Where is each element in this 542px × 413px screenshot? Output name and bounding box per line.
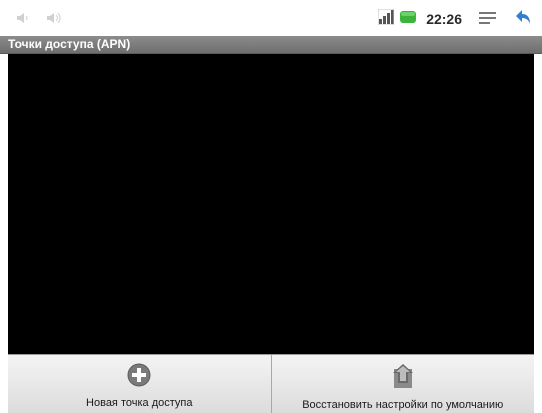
title-bar: Точки доступа (APN) — [0, 36, 542, 54]
menu-icon[interactable] — [478, 10, 498, 29]
status-bar: 22:26 — [0, 0, 542, 36]
new-apn-label: Новая точка доступа — [86, 397, 193, 409]
options-menu: Новая точка доступа Восстановить настрой… — [8, 354, 534, 413]
restore-defaults-label: Восстановить настройки по умолчанию — [302, 399, 504, 411]
back-icon[interactable] — [514, 8, 534, 30]
signal-icon — [377, 8, 395, 29]
battery-icon — [400, 9, 418, 29]
volume-up-icon[interactable] — [46, 10, 64, 29]
restore-defaults-button[interactable]: Восстановить настройки по умолчанию — [270, 355, 535, 413]
apn-list[interactable] — [8, 54, 534, 354]
add-circle-icon — [127, 363, 151, 391]
clock: 22:26 — [426, 11, 462, 27]
volume-down-icon[interactable] — [16, 10, 32, 29]
page-title: Точки доступа (APN) — [8, 37, 131, 51]
restore-icon — [391, 363, 415, 393]
new-apn-button[interactable]: Новая точка доступа — [8, 355, 271, 413]
